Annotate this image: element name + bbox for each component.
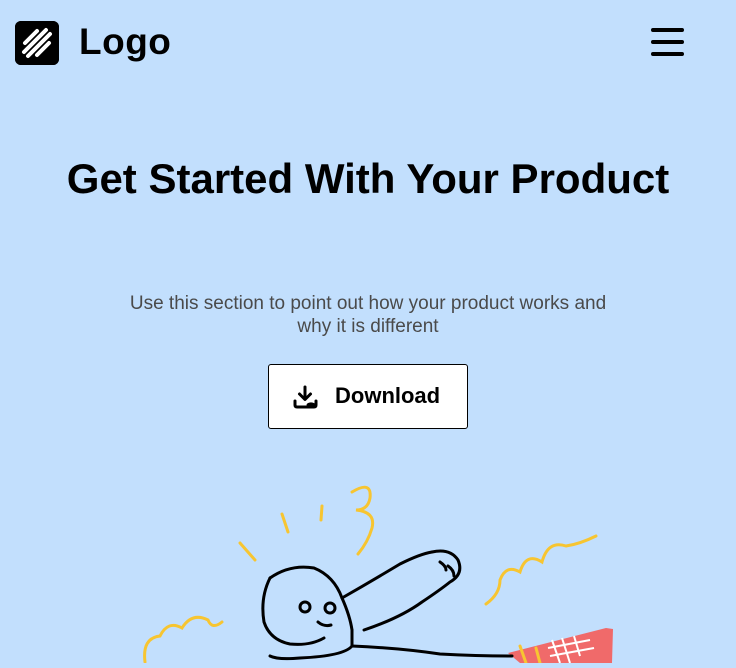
- person-flying-illustration: [0, 470, 736, 665]
- download-button[interactable]: Download: [268, 364, 468, 429]
- logo-icon[interactable]: [15, 21, 59, 65]
- download-icon: [293, 385, 319, 409]
- download-label: Download: [335, 383, 441, 408]
- hero-subtitle: Use this section to point out how your p…: [129, 293, 607, 337]
- header: Logo: [0, 0, 736, 86]
- hamburger-menu-icon[interactable]: [648, 24, 688, 60]
- hero-title: Get Started With Your Product: [66, 155, 670, 202]
- logo-text[interactable]: Logo: [79, 20, 171, 64]
